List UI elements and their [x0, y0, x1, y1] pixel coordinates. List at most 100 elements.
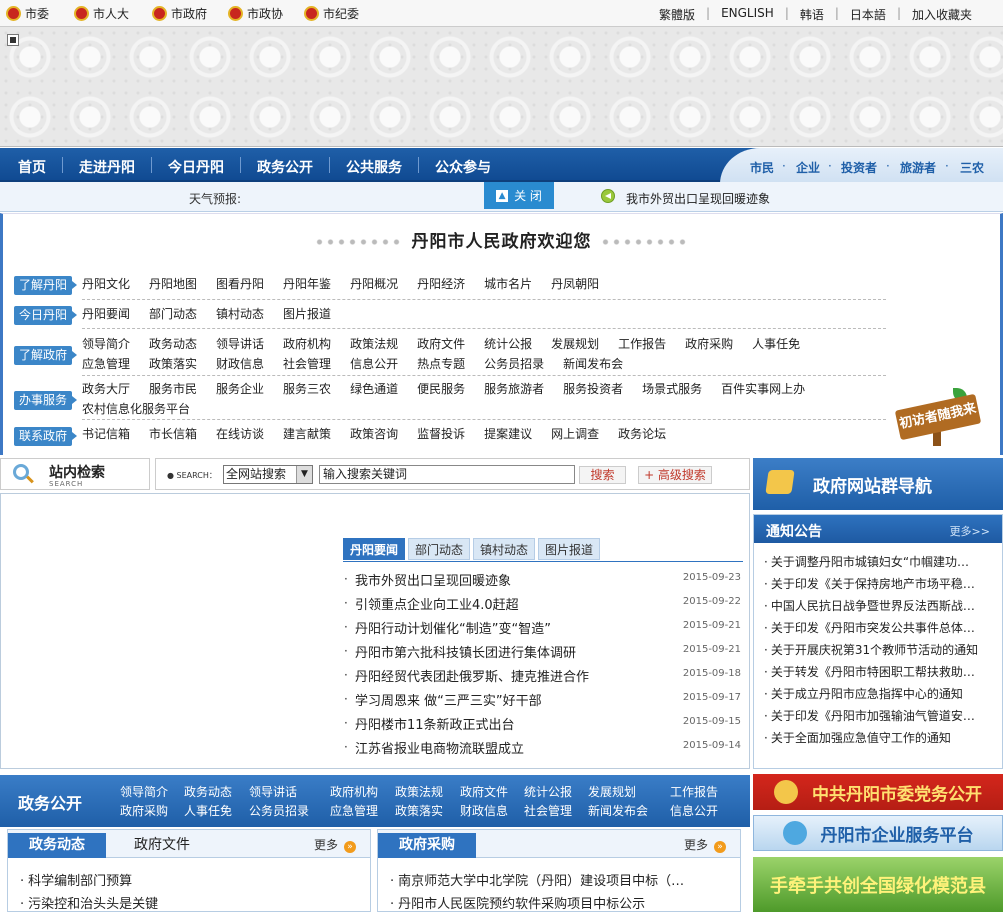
news-item[interactable]: · 丹阳市第六批科技镇长团进行集体调研 2015-09-21 — [344, 640, 744, 664]
news-item[interactable]: · 我市外贸出口呈现回暖迹象 2015-09-23 — [344, 568, 744, 592]
gov-link[interactable]: 领导讲话 — [249, 783, 297, 800]
category-link[interactable]: 工作报告 — [618, 334, 666, 354]
category-link[interactable]: 政务大厅 — [82, 379, 130, 399]
category-link[interactable]: 农村信息化服务平台 — [82, 399, 190, 419]
party-affairs-banner[interactable]: 中共丹阳市委党务公开 — [753, 774, 1003, 810]
category-badge[interactable]: 了解丹阳 — [14, 276, 77, 295]
nav-public-service[interactable]: 公共服务 — [346, 157, 402, 177]
category-link[interactable]: 领导简介 — [82, 334, 130, 354]
gov-link[interactable]: 发展规划 — [588, 783, 636, 800]
notice-item[interactable]: 关于全面加强应急值守工作的通知 — [764, 729, 996, 746]
tab-gov-procurement[interactable]: 政府采购 — [378, 833, 476, 858]
search-scope-select[interactable]: 全网站搜索 ▼ — [223, 465, 313, 484]
category-link[interactable]: 丹阳地图 — [149, 274, 197, 294]
category-link[interactable]: 图看丹阳 — [216, 274, 264, 294]
tab-dept-news[interactable]: 部门动态 — [408, 538, 471, 560]
gov-link[interactable]: 公务员招录 — [249, 802, 309, 819]
category-link[interactable]: 服务三农 — [283, 379, 331, 399]
audience-enterprise[interactable]: 企业 — [796, 159, 820, 176]
category-link[interactable]: 市长信箱 — [149, 424, 197, 444]
category-link[interactable]: 在线访谈 — [216, 424, 264, 444]
news-item[interactable]: · 江苏省报业电商物流联盟成立 2015-09-14 — [344, 736, 744, 760]
category-link[interactable]: 丹阳文化 — [82, 274, 130, 294]
gov-link[interactable]: 政府采购 — [120, 802, 168, 819]
greening-banner[interactable]: 手牵手共创全国绿化模范县 — [753, 857, 1003, 912]
category-link[interactable]: 便民服务 — [417, 379, 465, 399]
notice-item[interactable]: 关于调整丹阳市城镇妇女“巾帼建功… — [764, 553, 996, 570]
gov-link[interactable]: 政策法规 — [395, 783, 443, 800]
lang-korean[interactable]: 韩语 — [789, 6, 835, 23]
news-item[interactable]: · 引领重点企业向工业4.0赶超 2015-09-22 — [344, 592, 744, 616]
category-link[interactable]: 信息公开 — [350, 354, 398, 374]
category-link[interactable]: 服务企业 — [216, 379, 264, 399]
category-link[interactable]: 镇村动态 — [216, 304, 264, 324]
notice-item[interactable]: 关于印发《关于保持房地产市场平稳… — [764, 575, 996, 592]
gov-link[interactable]: 统计公报 — [524, 783, 572, 800]
site-group-nav-banner[interactable]: 政府网站群导航 — [753, 458, 1003, 510]
nav-home[interactable]: 首页 — [18, 157, 46, 177]
gov-link[interactable]: 领导简介 — [120, 783, 168, 800]
category-link[interactable]: 服务旅游者 — [484, 379, 544, 399]
category-link[interactable]: 丹阳经济 — [417, 274, 465, 294]
category-badge[interactable]: 今日丹阳 — [14, 306, 77, 325]
category-badge[interactable]: 了解政府 — [14, 346, 77, 365]
category-link[interactable]: 网上调查 — [551, 424, 599, 444]
gov-link[interactable]: 政策落实 — [395, 802, 443, 819]
news-item[interactable]: · 学习周恩来 做“三严三实”好干部 2015-09-17 — [344, 688, 744, 712]
nav-today[interactable]: 今日丹阳 — [168, 157, 224, 177]
notice-item[interactable]: 关于印发《丹阳市突发公共事件总体… — [764, 619, 996, 636]
gov-link[interactable]: 应急管理 — [330, 802, 378, 819]
category-link[interactable]: 提案建议 — [484, 424, 532, 444]
nav-gov-open[interactable]: 政务公开 — [257, 157, 313, 177]
category-link[interactable]: 政策落实 — [149, 354, 197, 374]
category-link[interactable]: 社会管理 — [283, 354, 331, 374]
news-item[interactable]: · 丹阳行动计划催化“制造”变“智造” 2015-09-21 — [344, 616, 744, 640]
top-link-party[interactable]: 市委 — [6, 5, 49, 22]
category-badge[interactable]: 办事服务 — [14, 391, 77, 410]
category-link[interactable]: 政府机构 — [283, 334, 331, 354]
notice-more-link[interactable]: 更多>> — [950, 523, 990, 539]
nav-participation[interactable]: 公众参与 — [435, 157, 491, 177]
close-button[interactable]: ▲ 关 闭 — [484, 182, 554, 209]
list-item[interactable]: 丹阳市人民医院预约软件采购项目中标公示 — [390, 893, 645, 912]
tab-gov-documents[interactable]: 政府文件 — [112, 833, 212, 858]
category-link[interactable]: 财政信息 — [216, 354, 264, 374]
audience-citizen[interactable]: 市民 — [750, 159, 774, 176]
category-link[interactable]: 服务市民 — [149, 379, 197, 399]
list-item[interactable]: 南京师范大学中北学院（丹阳）建设项目中标（… — [390, 870, 684, 889]
more-link[interactable]: 更多 — [684, 836, 726, 853]
top-link-government[interactable]: 市政府 — [152, 5, 207, 22]
category-badge[interactable]: 联系政府 — [14, 427, 77, 446]
top-link-discipline[interactable]: 市纪委 — [304, 5, 359, 22]
news-item[interactable]: · 丹阳经贸代表团赴俄罗斯、捷克推进合作 2015-09-18 — [344, 664, 744, 688]
category-link[interactable]: 热点专题 — [417, 354, 465, 374]
gov-link[interactable]: 人事任免 — [184, 802, 232, 819]
list-item[interactable]: 科学编制部门预算 — [20, 870, 132, 889]
category-link[interactable]: 政策咨询 — [350, 424, 398, 444]
gov-link[interactable]: 工作报告 — [670, 783, 718, 800]
category-link[interactable]: 城市名片 — [484, 274, 532, 294]
category-link[interactable]: 政府文件 — [417, 334, 465, 354]
category-link[interactable]: 绿色通道 — [350, 379, 398, 399]
category-link[interactable]: 统计公报 — [484, 334, 532, 354]
audience-investor[interactable]: 投资者 — [841, 159, 877, 176]
list-item[interactable]: 污染控和治头头是关键 — [20, 893, 158, 912]
search-input[interactable]: 输入搜索关键词 — [319, 465, 575, 484]
lang-traditional[interactable]: 繁體版 — [648, 6, 706, 23]
first-visit-guide[interactable]: 初访者随我来 — [893, 388, 985, 446]
category-link[interactable]: 丹阳要闻 — [82, 304, 130, 324]
search-button[interactable]: 搜索 — [579, 466, 626, 484]
category-link[interactable]: 发展规划 — [551, 334, 599, 354]
lang-english[interactable]: ENGLISH — [710, 6, 785, 23]
lang-japanese[interactable]: 日本語 — [839, 6, 897, 23]
gov-link[interactable]: 新闻发布会 — [588, 802, 648, 819]
news-ticker[interactable]: 我市外贸出口呈现回暖迹象 — [626, 190, 770, 207]
audience-rural[interactable]: 三农 — [960, 159, 984, 176]
category-link[interactable]: 政策法规 — [350, 334, 398, 354]
category-link[interactable]: 书记信箱 — [82, 424, 130, 444]
category-link[interactable]: 政府采购 — [685, 334, 733, 354]
category-link[interactable]: 百件实事网上办 — [721, 379, 805, 399]
category-link[interactable]: 丹凤朝阳 — [551, 274, 599, 294]
category-link[interactable]: 新闻发布会 — [563, 354, 623, 374]
category-link[interactable]: 领导讲话 — [216, 334, 264, 354]
